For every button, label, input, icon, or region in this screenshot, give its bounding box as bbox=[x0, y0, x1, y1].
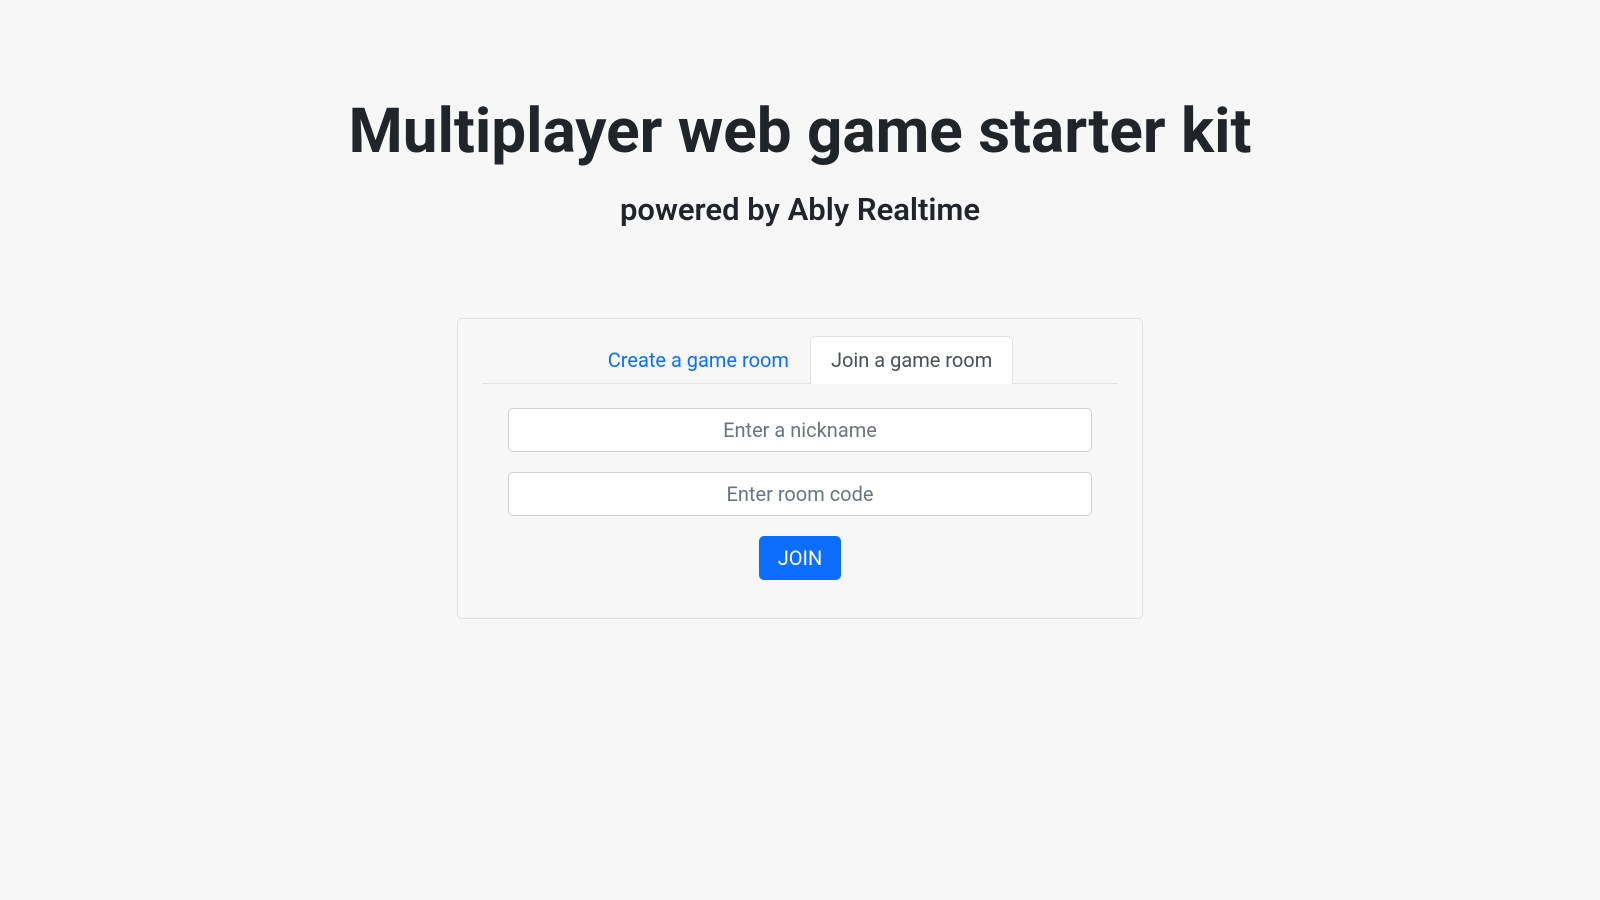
join-button[interactable]: JOIN bbox=[759, 536, 842, 580]
tab-create-room[interactable]: Create a game room bbox=[587, 336, 810, 384]
nickname-input[interactable] bbox=[508, 408, 1092, 452]
page-title: Multiplayer web game starter kit bbox=[348, 95, 1251, 169]
game-room-card: Create a game room Join a game room JOIN bbox=[457, 318, 1143, 619]
page-subtitle: powered by Ably Realtime bbox=[620, 191, 980, 228]
page-container: Multiplayer web game starter kit powered… bbox=[0, 0, 1600, 619]
join-room-form: JOIN bbox=[482, 408, 1118, 580]
tabs-nav: Create a game room Join a game room bbox=[482, 336, 1118, 384]
room-code-input[interactable] bbox=[508, 472, 1092, 516]
tab-join-room[interactable]: Join a game room bbox=[810, 336, 1013, 384]
